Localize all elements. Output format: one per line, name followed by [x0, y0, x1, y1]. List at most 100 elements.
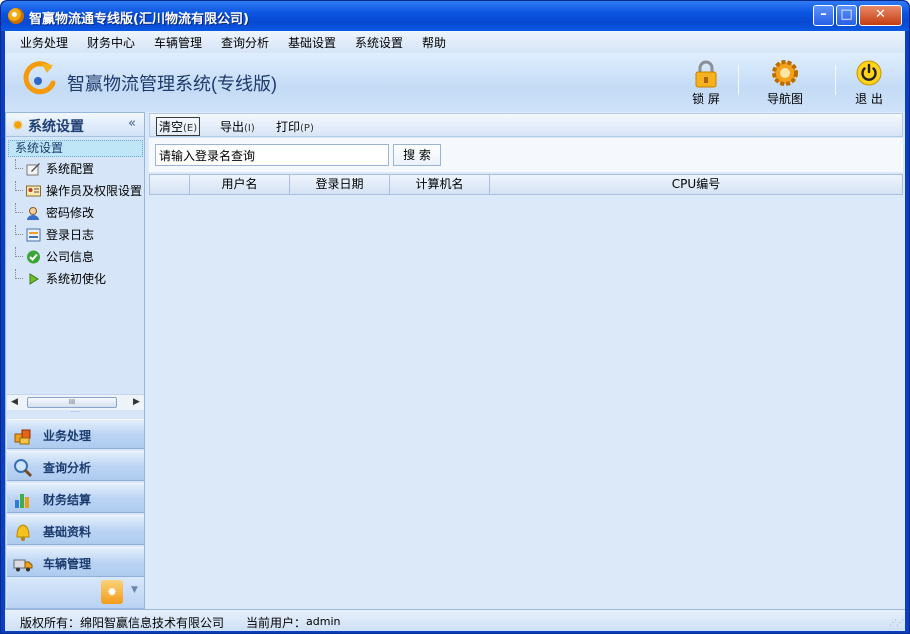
- clear-button[interactable]: 清空(E): [156, 117, 201, 136]
- collapse-sidebar-button[interactable]: «: [128, 116, 136, 131]
- current-user-label: 当前用户：: [246, 616, 307, 630]
- nav-overflow-bar: ✹ ▼: [7, 577, 144, 608]
- scroll-left-icon[interactable]: ◀: [11, 397, 18, 407]
- toolbar-divider: [835, 65, 836, 95]
- menu-finance[interactable]: 财务中心: [87, 34, 135, 51]
- export-shortcut: (I): [244, 123, 255, 134]
- nav-label: 财务结算: [43, 493, 92, 507]
- menu-vehicle[interactable]: 车辆管理: [154, 34, 202, 51]
- current-user-value: admin: [306, 615, 341, 628]
- search-input[interactable]: [155, 144, 389, 166]
- copyright-text: 版权所有：绵阳智赢信息技术有限公司: [20, 616, 225, 630]
- play-arrow-icon: [29, 273, 39, 285]
- column-header-login-date[interactable]: 登录日期: [290, 175, 390, 194]
- sidebar-title: 系统设置: [28, 119, 84, 135]
- clear-label: 清空: [159, 120, 184, 134]
- chevron-down-icon[interactable]: ▼: [131, 585, 138, 595]
- pencil-paper-icon: [26, 163, 40, 176]
- menu-system[interactable]: 系统设置: [355, 34, 403, 51]
- client-area: 业务处理 财务中心 车辆管理 查询分析 基础设置 系统设置 帮助 智赢物流管理系…: [5, 31, 905, 631]
- sun-icon[interactable]: ✹: [101, 580, 123, 604]
- clear-shortcut: (E): [183, 123, 198, 134]
- tree-connector: [15, 159, 23, 169]
- tree-item-label: 系统配置: [46, 162, 95, 176]
- tree-item-company-info[interactable]: 公司信息: [12, 247, 146, 267]
- tree-item-label: 操作员及权限设置: [46, 184, 143, 198]
- maximize-button[interactable]: □: [836, 5, 857, 26]
- export-label: 导出: [220, 120, 245, 134]
- app-window: 智赢物流通专线版(汇川物流有限公司) – □ ✕ 业务处理 财务中心 车辆管理 …: [0, 0, 910, 634]
- nav-business-button[interactable]: 业务处理: [7, 419, 144, 449]
- search-button[interactable]: 搜 索: [393, 144, 441, 166]
- column-header-cpu-id[interactable]: CPU编号: [490, 175, 902, 194]
- tree-item-label: 密码修改: [46, 206, 95, 220]
- column-header-computer-name[interactable]: 计算机名: [390, 175, 490, 194]
- menu-help[interactable]: 帮助: [422, 34, 446, 51]
- nav-basic-data-button[interactable]: 基础资料: [7, 515, 144, 545]
- menu-business[interactable]: 业务处理: [20, 34, 68, 51]
- print-button[interactable]: 打印(P): [276, 118, 314, 135]
- print-label: 打印: [276, 120, 301, 134]
- tree-item-label: 登录日志: [46, 228, 95, 242]
- nav-finance-button[interactable]: 财务结算: [7, 483, 144, 513]
- toolbar-divider: [738, 65, 739, 95]
- tree-connector: [15, 225, 23, 235]
- tree-item-system-init[interactable]: 系统初使化: [12, 269, 146, 289]
- window-title: 智赢物流通专线版(汇川物流有限公司): [29, 12, 249, 27]
- bell-icon: [16, 524, 30, 541]
- navigation-map-button[interactable]: 导航图: [757, 57, 813, 107]
- column-header-select[interactable]: [150, 175, 190, 194]
- tree-connector: [15, 181, 23, 191]
- tree-item-label: 公司信息: [46, 250, 95, 264]
- tree-root[interactable]: 系统设置: [8, 140, 143, 157]
- log-icon: [26, 228, 41, 242]
- app-icon: [8, 8, 24, 24]
- menu-query[interactable]: 查询分析: [221, 34, 269, 51]
- tree-item-login-log[interactable]: 登录日志: [12, 225, 146, 245]
- sidebar-header: ✹ 系统设置 «: [6, 113, 144, 137]
- tree-item-operator-permissions[interactable]: 操作员及权限设置: [12, 181, 146, 201]
- search-area: 搜 索: [149, 138, 903, 172]
- app-banner: 智赢物流管理系统(专线版) 锁 屏 导航图 退 出: [5, 53, 905, 112]
- print-shortcut: (P): [300, 123, 314, 134]
- scroll-thumb[interactable]: III: [27, 397, 117, 408]
- app-name: 智赢物流管理系统(专线版): [67, 74, 277, 94]
- nav-vehicle-button[interactable]: 车辆管理: [7, 547, 144, 577]
- tree-connector: [15, 247, 23, 257]
- horizontal-scrollbar[interactable]: ◀ III ▶: [7, 394, 144, 410]
- truck-icon: [13, 559, 33, 572]
- bar-chart-icon: [15, 494, 29, 508]
- status-bar: 版权所有：绵阳智赢信息技术有限公司 当前用户： admin ⋰⋰: [5, 609, 905, 631]
- splitter-grip[interactable]: ·····: [6, 410, 144, 417]
- minimize-button[interactable]: –: [813, 5, 834, 26]
- lock-screen-button[interactable]: 锁 屏: [678, 57, 734, 107]
- menu-basic[interactable]: 基础设置: [288, 34, 336, 51]
- nav-query-button[interactable]: 查询分析: [7, 451, 144, 481]
- check-circle-icon: [27, 250, 40, 264]
- nav-label: 业务处理: [43, 429, 92, 443]
- tree-item-label: 系统初使化: [46, 272, 107, 286]
- tree-connector: [15, 203, 23, 213]
- export-button[interactable]: 导出(I): [220, 118, 255, 135]
- column-header-username[interactable]: 用户名: [190, 175, 290, 194]
- logo-icon: [23, 61, 56, 95]
- id-card-icon: [26, 185, 41, 197]
- resize-grip[interactable]: ⋰⋰: [889, 618, 904, 627]
- exit-button[interactable]: 退 出: [841, 57, 897, 107]
- action-toolbar: 清空(E) 导出(I) 打印(P): [149, 113, 903, 137]
- lock-icon: [695, 60, 717, 88]
- title-bar[interactable]: 智赢物流通专线版(汇川物流有限公司) – □ ✕: [1, 1, 909, 31]
- tree-item-change-password[interactable]: 密码修改: [12, 203, 146, 223]
- close-button[interactable]: ✕: [859, 5, 902, 26]
- boxes-icon: [14, 429, 31, 445]
- gear-icon: [772, 60, 798, 86]
- menu-bar: 业务处理 财务中心 车辆管理 查询分析 基础设置 系统设置 帮助: [5, 31, 905, 53]
- nav-label: 车辆管理: [43, 557, 92, 571]
- main-panel: 清空(E) 导出(I) 打印(P) 搜 索 用户名 登录日期 计算机名 CPU编…: [147, 112, 905, 609]
- lock-screen-label: 锁 屏: [692, 92, 720, 106]
- nav-label: 基础资料: [43, 525, 92, 539]
- nav-label: 查询分析: [43, 461, 92, 475]
- sidebar: ✹ 系统设置 « 系统设置 系统配置 操作员及权限设置 密码修改 登录日志 公司…: [5, 112, 145, 609]
- scroll-right-icon[interactable]: ▶: [133, 397, 140, 407]
- tree-item-system-config[interactable]: 系统配置: [12, 159, 146, 179]
